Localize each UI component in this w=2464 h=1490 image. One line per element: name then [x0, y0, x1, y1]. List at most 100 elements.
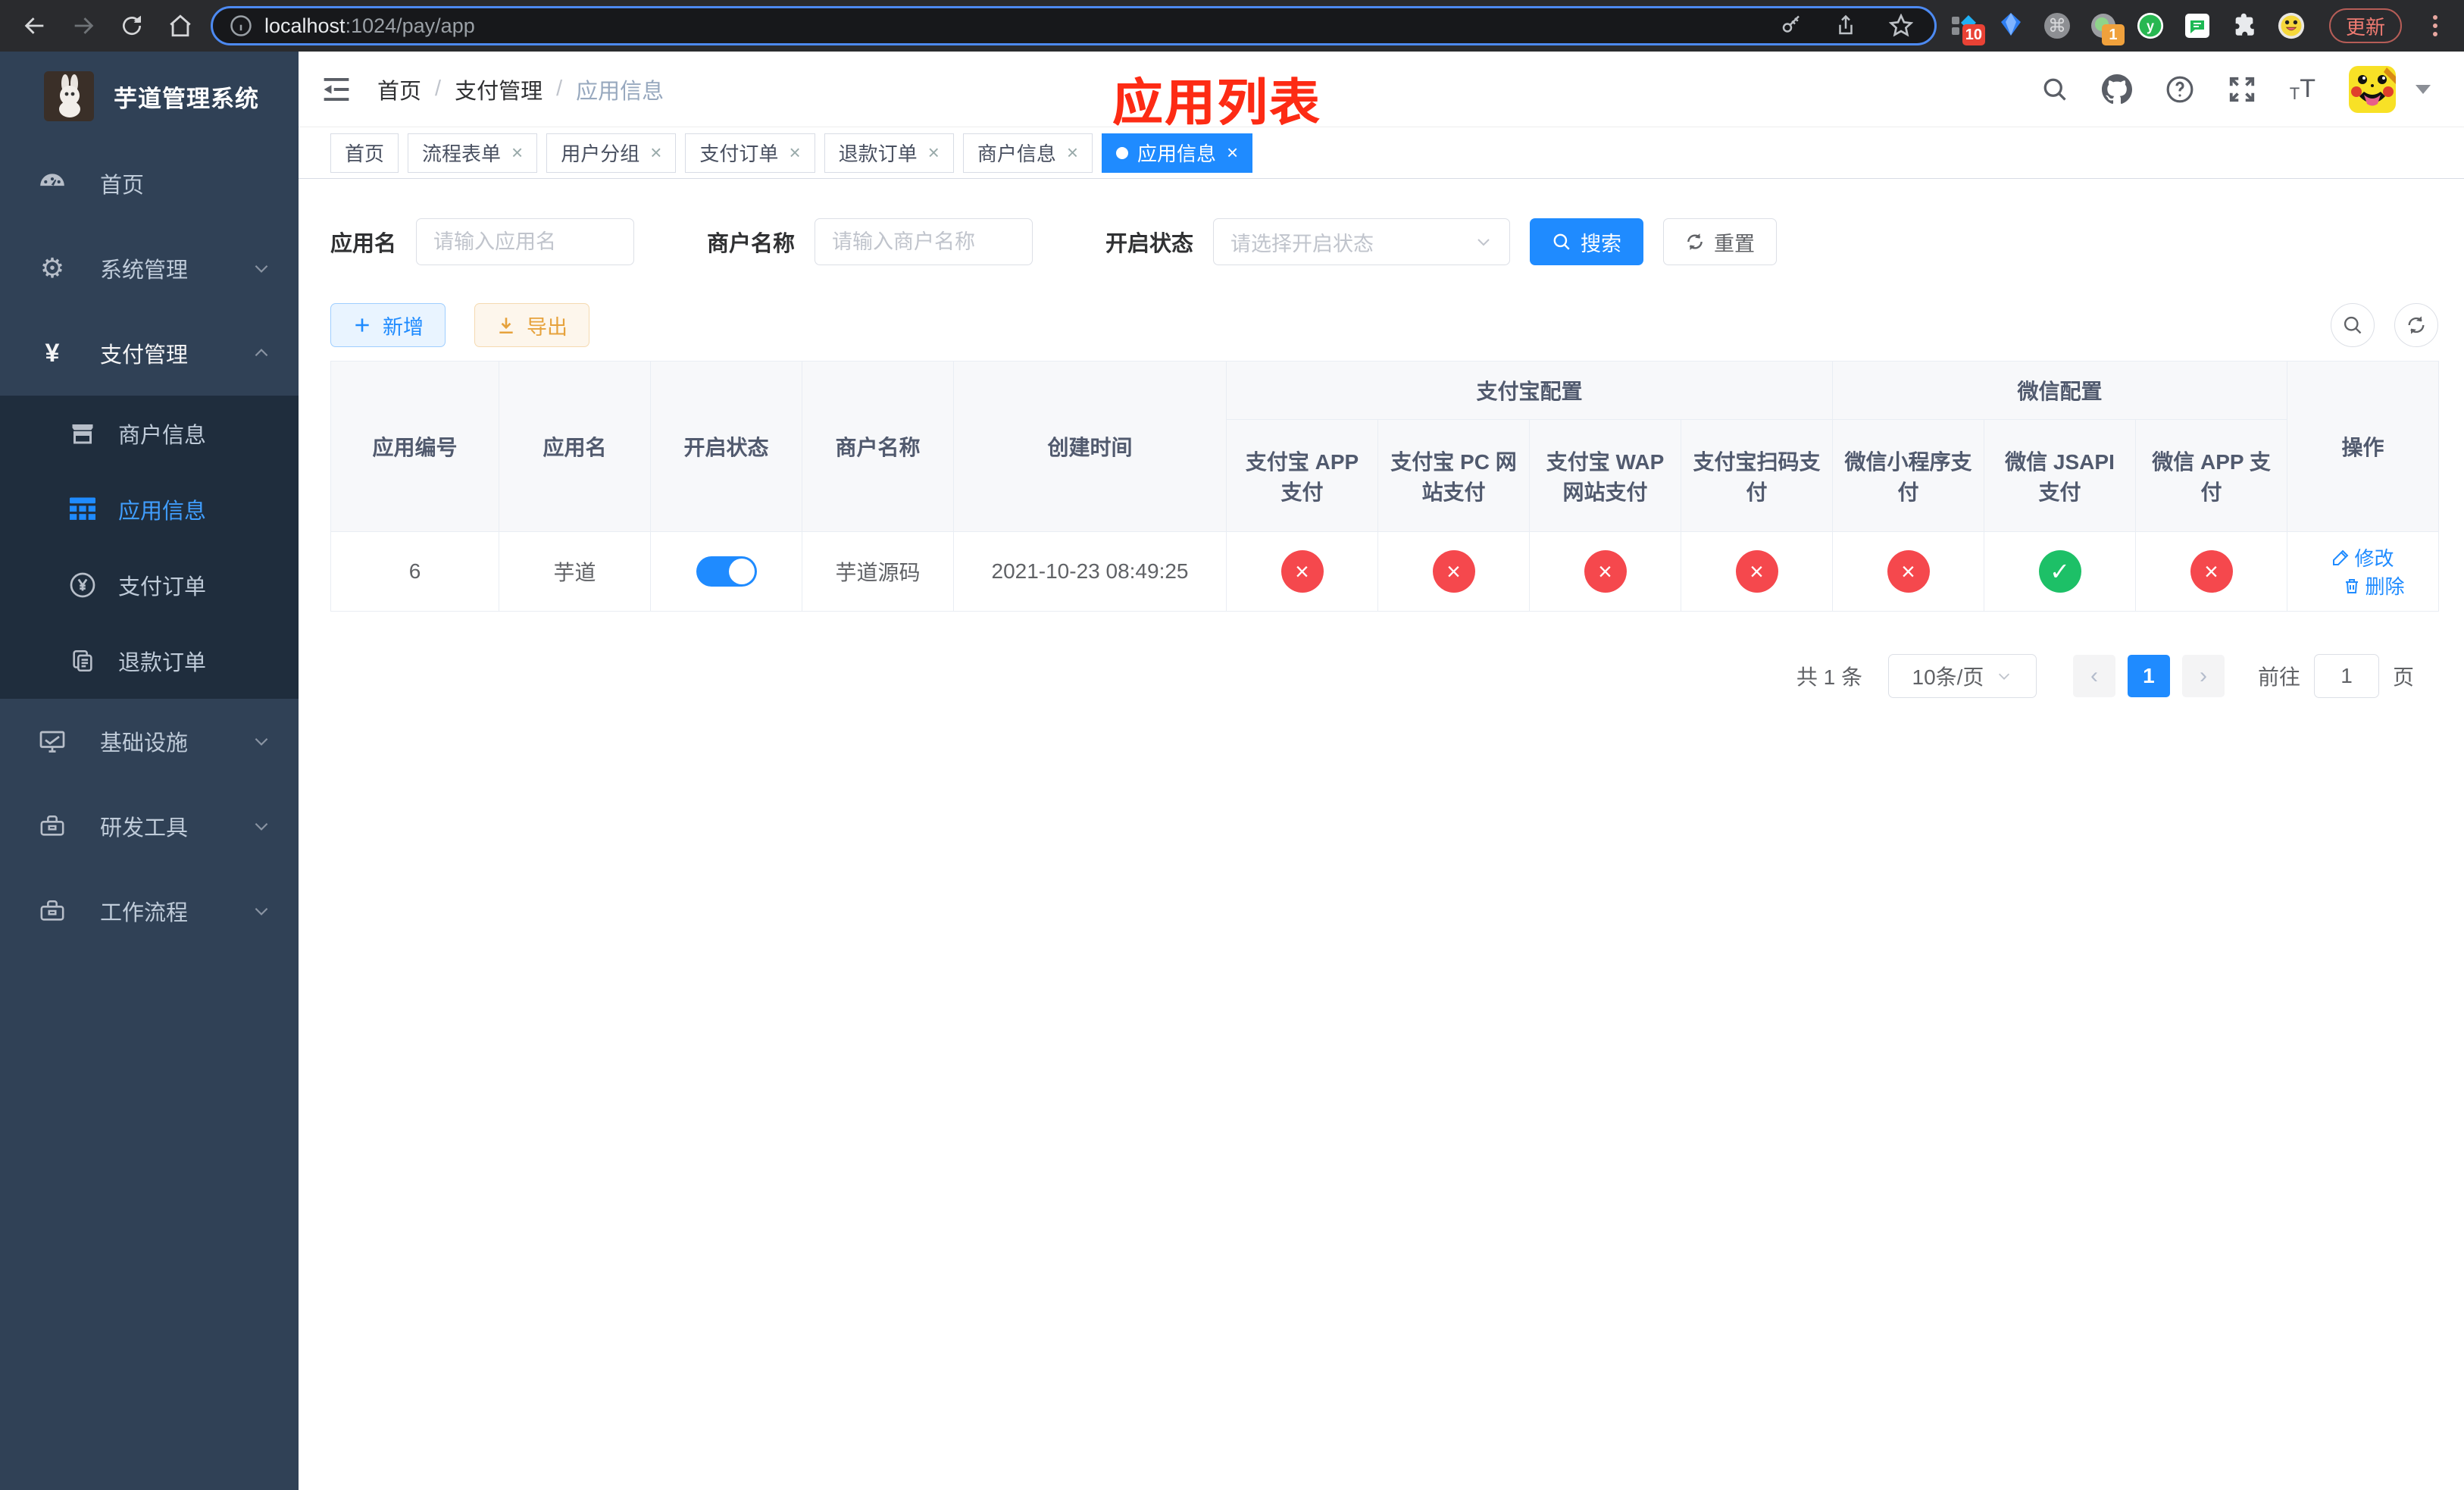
col-header-id: 应用编号 — [330, 361, 499, 532]
reset-button[interactable]: 重置 — [1663, 218, 1778, 265]
chevron-down-icon — [252, 816, 271, 836]
sidebar-item-infrastructure[interactable]: 基础设施 — [0, 699, 299, 784]
reload-button[interactable] — [108, 8, 156, 44]
app-name-label: 应用名 — [330, 232, 397, 256]
tab-close-icon[interactable]: × — [928, 141, 940, 164]
page-number-1[interactable]: 1 — [2127, 655, 2170, 697]
tab-close-icon[interactable]: × — [650, 141, 661, 164]
avatar-caret-icon[interactable] — [2416, 84, 2431, 94]
fullscreen-icon[interactable] — [2228, 75, 2256, 104]
sidebar-item-workflow[interactable]: 工作流程 — [0, 869, 299, 953]
toolbox-icon — [36, 813, 68, 839]
page-size-select[interactable]: 10条/页 — [1887, 654, 2037, 698]
sidebar-item-app-info[interactable]: 应用信息 — [0, 471, 299, 547]
document-copy-icon — [67, 648, 98, 674]
delete-link[interactable]: 删除 — [2343, 571, 2405, 599]
share-icon[interactable] — [1834, 14, 1857, 37]
font-size-icon[interactable]: TT — [2290, 74, 2315, 104]
browser-profile-avatar[interactable] — [2278, 12, 2305, 39]
sidebar-item-label: 研发工具 — [100, 816, 189, 840]
search-button[interactable]: 搜索 — [1530, 218, 1644, 265]
hamburger-icon[interactable] — [321, 76, 352, 103]
merchant-name-input[interactable] — [815, 218, 1033, 265]
tab-user-group[interactable]: 用户分组 × — [546, 133, 677, 173]
bookmark-star-icon[interactable] — [1888, 14, 1913, 38]
browser-toolbar: localhost:1024/pay/app 10 ⌘ 1 y 更新 — [0, 0, 2464, 52]
site-info-icon[interactable] — [230, 14, 252, 37]
enabled-toggle[interactable] — [696, 556, 757, 587]
extension-diamond-icon[interactable]: 10 — [1950, 12, 1985, 45]
sidebar-item-refund-orders[interactable]: 退款订单 — [0, 623, 299, 699]
tab-merchant-info[interactable]: 商户信息 × — [962, 133, 1093, 173]
chevron-down-icon — [1474, 233, 1493, 251]
breadcrumb-home[interactable]: 首页 — [377, 74, 421, 105]
extension-chat-icon[interactable] — [2184, 12, 2211, 39]
col-header-actions: 操作 — [2287, 361, 2440, 532]
tab-process-form[interactable]: 流程表单 × — [408, 133, 538, 173]
sidebar-item-pay-orders[interactable]: 支付订单 — [0, 547, 299, 623]
next-page-button[interactable]: › — [2181, 655, 2225, 697]
forward-button[interactable] — [59, 8, 108, 44]
header-search-icon[interactable] — [2041, 76, 2068, 103]
col-header-merchant: 商户名称 — [802, 361, 954, 532]
merchant-name-label: 商户名称 — [707, 232, 796, 256]
sidebar-item-dev-tools[interactable]: 研发工具 — [0, 784, 299, 869]
app-logo-row[interactable]: 芋道管理系统 — [0, 52, 299, 141]
group-header-alipay: 支付宝配置 — [1225, 361, 1834, 420]
app-title: 芋道管理系统 — [114, 85, 259, 112]
yen-circle-icon — [67, 571, 98, 599]
extension-command-icon[interactable]: ⌘ — [2043, 13, 2070, 39]
app-name-input[interactable] — [416, 218, 635, 265]
add-button[interactable]: 新增 — [330, 303, 446, 347]
sidebar-item-system[interactable]: ⚙ 系统管理 — [0, 226, 299, 311]
url-bar[interactable]: localhost:1024/pay/app — [211, 6, 1937, 45]
back-button[interactable] — [11, 8, 59, 44]
github-icon[interactable] — [2101, 74, 2132, 105]
extension-kite-icon[interactable] — [1997, 12, 2025, 39]
user-avatar[interactable] — [2349, 65, 2396, 113]
status-select[interactable]: 请选择开启状态 — [1213, 218, 1511, 265]
tab-close-icon[interactable]: × — [511, 141, 523, 164]
goto-page-input[interactable] — [2313, 654, 2379, 698]
toolbox-icon — [36, 898, 68, 924]
tab-close-icon[interactable]: × — [1227, 141, 1238, 164]
status-x-icon: × — [1432, 550, 1475, 593]
tab-close-icon[interactable]: × — [1067, 141, 1078, 164]
payment-submenu: 商户信息 应用信息 支付订单 退款订单 — [0, 396, 299, 699]
status-x-icon: × — [1887, 550, 1930, 593]
extension-record-icon[interactable]: 1 — [2090, 12, 2125, 45]
app-table: 应用编号 应用名 开启状态 商户名称 创建时间 支付宝配置 微信配置 操作 支付… — [330, 361, 2440, 612]
pagination-total: 共 1 条 — [1796, 665, 1862, 689]
sidebar-item-payment[interactable]: ¥ 支付管理 — [0, 311, 299, 396]
browser-update-button[interactable]: 更新 — [2328, 8, 2402, 43]
extensions-puzzle-icon[interactable] — [2231, 12, 2258, 39]
tab-home[interactable]: 首页 — [330, 133, 399, 173]
browser-menu-kebab-icon[interactable] — [2422, 12, 2449, 39]
tab-app-info[interactable]: 应用信息 × — [1102, 133, 1253, 173]
col-header-wx-jsapi: 微信 JSAPI 支付 — [1984, 419, 2137, 532]
password-key-icon[interactable] — [1780, 14, 1803, 37]
show-search-toggle-button[interactable] — [2331, 303, 2375, 347]
export-button[interactable]: 导出 — [474, 303, 589, 347]
status-check-icon: ✓ — [2038, 550, 2081, 593]
prev-page-button[interactable]: ‹ — [2072, 655, 2115, 697]
search-icon — [1553, 233, 1570, 250]
tab-refund-orders[interactable]: 退款订单 × — [824, 133, 954, 173]
dashboard-icon — [36, 169, 68, 198]
sidebar-item-merchant-info[interactable]: 商户信息 — [0, 396, 299, 471]
sidebar-item-label: 基础设施 — [100, 731, 189, 756]
home-button[interactable] — [156, 8, 205, 44]
sidebar-item-home[interactable]: 首页 — [0, 141, 299, 226]
refresh-table-button[interactable] — [2394, 303, 2438, 347]
cell-app-id: 6 — [330, 531, 499, 612]
plus-icon — [355, 318, 369, 332]
svg-text:y: y — [2147, 18, 2154, 33]
breadcrumb-payment[interactable]: 支付管理 — [455, 74, 543, 105]
cell-merchant-name: 芋道源码 — [802, 531, 954, 612]
edit-link[interactable]: 修改 — [2332, 543, 2394, 571]
tab-pay-orders[interactable]: 支付订单 × — [685, 133, 815, 173]
help-icon[interactable] — [2165, 75, 2194, 104]
extension-y-icon[interactable]: y — [2137, 12, 2164, 39]
tab-close-icon[interactable]: × — [789, 141, 800, 164]
col-header-wx-app: 微信 APP 支付 — [2135, 419, 2288, 532]
